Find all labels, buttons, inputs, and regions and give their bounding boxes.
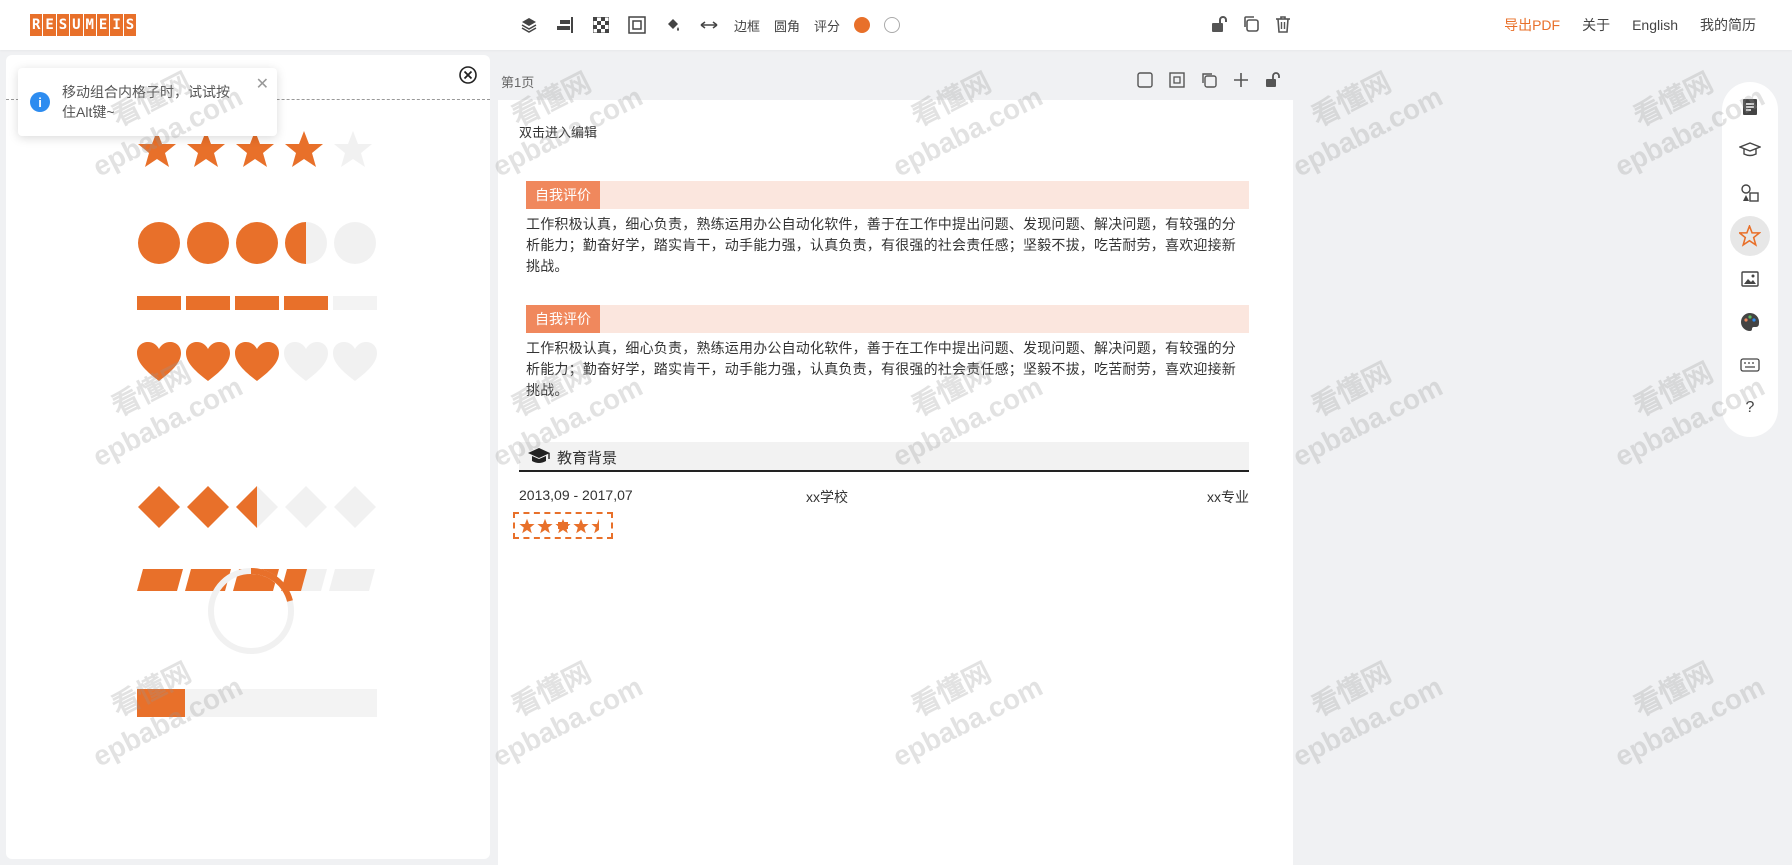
- format-toolbar: 边框 圆角 评分: [518, 13, 901, 37]
- section-header[interactable]: 自我评价: [526, 305, 1249, 333]
- info-icon: i: [30, 92, 50, 112]
- copy-icon[interactable]: [1240, 13, 1262, 35]
- edit-toolbar: [1208, 13, 1294, 35]
- keyboard-icon[interactable]: [1730, 345, 1770, 385]
- section-tag: 自我评价: [526, 181, 600, 209]
- unlock-page-icon[interactable]: [1263, 70, 1283, 90]
- my-resume-link[interactable]: 我的简历: [1700, 15, 1756, 35]
- info-toast: i 移动组合内格子时，试试按住Alt键~ ✕: [18, 68, 277, 136]
- education-module-icon[interactable]: [1730, 130, 1770, 170]
- fill-color-icon[interactable]: [662, 14, 684, 36]
- palette-module-icon[interactable]: [1730, 302, 1770, 342]
- rating-module-icon[interactable]: [1730, 216, 1770, 256]
- right-sidebar: ?: [1722, 82, 1778, 437]
- radius-button[interactable]: 圆角: [774, 16, 800, 35]
- page-header: 第1页: [498, 62, 1293, 100]
- resume-canvas[interactable]: 双击进入编辑 自我评价 工作积极认真，细心负责，熟练运用办公自动化软件，善于在工…: [498, 100, 1293, 865]
- section-text[interactable]: 工作积极认真，细心负责，熟练运用办公自动化软件，善于在工作中提出问题、发现问题、…: [526, 338, 1249, 401]
- rating-style-stars[interactable]: [137, 129, 377, 176]
- page-label: 第1页: [501, 75, 535, 90]
- color-white-swatch[interactable]: [884, 17, 901, 33]
- education-period: 2013,09 - 2017,07: [519, 487, 633, 503]
- toast-close-icon[interactable]: ✕: [256, 74, 269, 94]
- watermark: 看懂网 epbaba.com: [1287, 66, 1448, 183]
- rating-style-panel: [6, 55, 490, 859]
- top-nav: 导出PDF 关于 English 我的简历: [1504, 0, 1756, 50]
- education-header[interactable]: 教育背景: [519, 442, 1249, 472]
- section-text[interactable]: 工作积极认真，细心负责，熟练运用办公自动化软件，善于在工作中提出问题、发现问题、…: [526, 214, 1249, 277]
- rating-style-circles[interactable]: [137, 221, 377, 270]
- export-pdf-link[interactable]: 导出PDF: [1504, 15, 1560, 35]
- education-title: 教育背景: [557, 450, 618, 467]
- mini-stars-rating: [519, 518, 599, 534]
- close-panel-icon[interactable]: [458, 65, 478, 85]
- rating-button[interactable]: 评分: [814, 16, 840, 35]
- app-logo[interactable]: RESUMEIS: [30, 14, 137, 36]
- layers-icon[interactable]: [518, 14, 540, 36]
- diamonds-rating: [138, 486, 376, 528]
- shapes-module-icon[interactable]: [1730, 173, 1770, 213]
- section-tag: 自我评价: [526, 305, 600, 333]
- resize-horizontal-icon[interactable]: [698, 14, 720, 36]
- progress-rating: [137, 689, 377, 717]
- circles-rating: [138, 222, 376, 264]
- language-link[interactable]: English: [1632, 17, 1678, 33]
- unlock-icon[interactable]: [1208, 13, 1230, 35]
- text-module-icon[interactable]: [1730, 87, 1770, 127]
- rating-style-ring[interactable]: [206, 566, 296, 661]
- ring-rating: [208, 567, 294, 654]
- color-orange-swatch[interactable]: [854, 17, 871, 33]
- watermark: 看懂网 epbaba.com: [1609, 656, 1770, 773]
- delete-icon[interactable]: [1272, 13, 1294, 35]
- image-module-icon[interactable]: [1730, 259, 1770, 299]
- duplicate-page-icon[interactable]: [1199, 70, 1219, 90]
- rating-style-bars[interactable]: [137, 296, 377, 315]
- fit-page-icon[interactable]: [1167, 70, 1187, 90]
- padding-icon[interactable]: [626, 14, 648, 36]
- rating-style-diamonds[interactable]: [137, 485, 377, 534]
- education-major: xx专业: [1207, 489, 1249, 505]
- selected-rating-widget[interactable]: [513, 512, 613, 539]
- edit-hint: 双击进入编辑: [519, 125, 598, 140]
- select-page-icon[interactable]: [1135, 70, 1155, 90]
- rating-style-progress[interactable]: [137, 689, 377, 722]
- transparency-icon[interactable]: [590, 14, 612, 36]
- border-button[interactable]: 边框: [734, 16, 760, 35]
- rating-style-hearts[interactable]: [137, 341, 377, 390]
- top-bar: RESUMEIS 边框 圆角 评分 导出PDF 关于 English 我的简历: [0, 0, 1792, 50]
- add-page-icon[interactable]: [1231, 70, 1251, 90]
- watermark: 看懂网 epbaba.com: [1287, 656, 1448, 773]
- about-link[interactable]: 关于: [1582, 15, 1610, 35]
- section-header[interactable]: 自我评价: [526, 181, 1249, 209]
- graduation-cap-icon: [528, 448, 550, 463]
- bars-rating: [137, 296, 377, 310]
- help-icon[interactable]: ?: [1730, 388, 1770, 428]
- watermark: 看懂网 epbaba.com: [1287, 356, 1448, 473]
- hearts-rating: [137, 342, 377, 381]
- page-toolbar: [1135, 70, 1283, 90]
- toast-message: 移动组合内格子时，试试按住Alt键~: [62, 84, 230, 120]
- align-right-icon[interactable]: [554, 14, 576, 36]
- education-school: xx学校: [806, 489, 848, 505]
